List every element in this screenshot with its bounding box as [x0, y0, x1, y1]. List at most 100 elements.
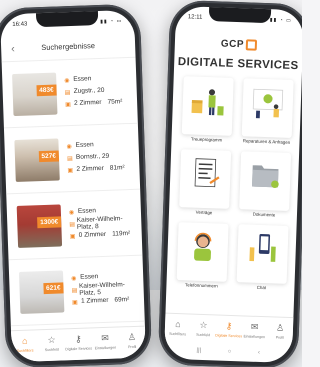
tab-label: Suchfilters [16, 348, 34, 354]
service-label: Treueprogramm [190, 136, 223, 143]
listing-street: Kaiser-Wilhelm-Platz, 5 [78, 281, 126, 297]
tab-einstellungen[interactable]: ✉ Einstellungen [242, 321, 267, 339]
recent-apps-icon[interactable]: ||| [196, 348, 201, 354]
home-icon: ⌂ [21, 335, 28, 346]
listing-info: ◉ Essen ▤ Zugstr., 20 ▣ 2 Zimmer 75m² [64, 73, 122, 111]
location-pin-icon: ◉ [64, 77, 70, 84]
tab-profil[interactable]: ♙ Profil [268, 322, 293, 340]
listing-item[interactable]: 527€ ◉ Essen ▤ Bornstr., 29 ▣ 2 Zimmer 81m² [3, 123, 141, 195]
results-header: ‹ Suchergebnisse [0, 31, 136, 63]
service-label: Verträge [195, 209, 213, 216]
listing-city: Essen [75, 141, 94, 150]
home-icon: ⌂ [174, 319, 181, 330]
listing-photo: 483€ [12, 72, 58, 116]
back-icon[interactable]: ‹ [11, 42, 15, 54]
tab-suchfeld[interactable]: ☆ Suchfeld [39, 334, 64, 352]
listing-area: 81m² [109, 164, 125, 172]
service-label: Dokumente [252, 211, 276, 218]
logo-mark-icon [245, 38, 258, 51]
contract-icon [194, 158, 220, 188]
back-nav-icon[interactable]: ‹ [258, 350, 260, 356]
phone-left: 16:43 ▮▮ ◔ ▭ ‹ Suchergebnisse 483€ ◉ Esse… [0, 3, 153, 367]
person-icon: ♙ [275, 322, 285, 333]
gcp-logo: GCP [175, 34, 302, 54]
tab-suchfilters[interactable]: ⌂ Suchfilters [13, 335, 38, 353]
listing-area: 75m² [107, 98, 123, 106]
rooms-icon: ▣ [67, 167, 74, 174]
status-time: 12:11 [187, 14, 203, 21]
service-label: Reparaturen & Anfragen [242, 138, 291, 145]
listing-photo: 1300€ [16, 203, 63, 248]
service-card [181, 76, 234, 136]
service-chat[interactable]: Chat [236, 224, 289, 293]
bottom-tab-bar: ⌂ Suchfilters ☆ Suchfeld ⚷ Digitale Service… [164, 312, 294, 350]
street-icon: ▤ [66, 155, 73, 162]
service-card [239, 151, 292, 211]
tab-digitale-services[interactable]: ⚷ Digitale Services [65, 333, 93, 352]
page-title: Suchergebnisse [41, 41, 96, 53]
tab-digitale-services[interactable]: ⚷ Digitale Services [215, 320, 243, 339]
tab-suchfeld[interactable]: ☆ Suchfeld [191, 320, 216, 338]
phone-notch [35, 11, 99, 28]
listing-item[interactable]: 483€ ◉ Essen ▤ Zugstr., 20 ▣ 2 Zimmer 75m² [1, 57, 138, 129]
phone-notch [208, 7, 272, 24]
chat-icon [249, 234, 276, 262]
service-card [241, 78, 294, 138]
tab-label: Suchfilters [169, 331, 186, 337]
logo-text: GCP [220, 37, 245, 50]
key-icon: ⚷ [74, 333, 82, 345]
price-badge: 1300€ [36, 215, 62, 228]
star-icon: ☆ [199, 319, 208, 331]
listing-item[interactable]: 1300€ ◉ Essen ▤ Kaiser-Wilhelm-Platz, 8 ▣ 0… [6, 189, 143, 261]
listing-street: Kaiser-Wilhelm-Platz, 8 [76, 215, 123, 231]
tab-label: Digitale Services [215, 333, 243, 339]
status-time: 16:43 [12, 21, 28, 29]
person-icon: ♙ [127, 331, 137, 343]
key-icon: ⚷ [225, 320, 233, 332]
tab-label: Suchfeld [44, 347, 59, 353]
service-vertraege[interactable]: Verträge [179, 149, 232, 218]
rooms-icon: ▣ [65, 101, 71, 108]
star-icon: ☆ [47, 334, 56, 345]
gift-icon [191, 89, 224, 116]
listing-city: Essen [80, 273, 99, 282]
listing-rooms: 1 Zimmer [80, 297, 109, 306]
price-badge: 483€ [35, 84, 57, 96]
service-dokumente[interactable]: Dokumente [239, 151, 292, 220]
repair-icon [252, 88, 284, 119]
phone-right: 12:11 ▮▮ ◔ ▭ GCP DIGITALE SERVICES Treue… [157, 0, 302, 367]
price-badge: 527€ [38, 149, 60, 162]
tab-suchfilters[interactable]: ⌂ Suchfilters [165, 319, 190, 337]
listing-photo: 527€ [14, 137, 60, 182]
street-icon: ▤ [64, 89, 71, 96]
tab-einstellungen[interactable]: ✉ Einstellungen [93, 333, 118, 351]
listing-city: Essen [73, 75, 92, 84]
phone-right-screen: 12:11 ▮▮ ◔ ▭ GCP DIGITALE SERVICES Treue… [163, 5, 302, 364]
signal-icon: ▮▮ ◔ ▭ [269, 17, 292, 24]
tab-label: Digitale Services [65, 346, 93, 352]
service-telefonnummern[interactable]: Telefonnummern [176, 222, 229, 291]
listing-area: 119m² [112, 230, 131, 238]
listing-item[interactable]: 621€ ◉ Essen ▤ Kaiser-Wilhelm-Platz, 5 ▣ 1 … [8, 255, 145, 327]
home-circle-icon[interactable]: ○ [228, 349, 232, 355]
location-pin-icon: ◉ [68, 209, 75, 216]
headset-icon [194, 232, 212, 262]
phone-left-screen: 16:43 ▮▮ ◔ ▭ ‹ Suchergebnisse 483€ ◉ Esse… [0, 9, 147, 363]
listing-info: ◉ Essen ▤ Kaiser-Wilhelm-Platz, 5 ▣ 1 Zimme… [71, 270, 136, 308]
price-badge: 621€ [42, 281, 64, 294]
listing-city: Essen [77, 207, 97, 216]
mail-icon: ✉ [101, 332, 110, 344]
stage: 16:43 ▮▮ ◔ ▭ ‹ Suchergebnisse 483€ ◉ Esse… [0, 0, 302, 367]
listing-photo: 621€ [18, 269, 65, 314]
service-treueprogramm[interactable]: Treueprogramm [181, 76, 234, 145]
tab-label: Suchfeld [196, 332, 211, 338]
service-reparaturen[interactable]: Reparaturen & Anfragen [241, 78, 294, 147]
service-card [179, 149, 232, 209]
location-pin-icon: ◉ [66, 143, 72, 150]
rooms-icon: ▣ [69, 233, 76, 240]
tab-profil[interactable]: ♙ Profil [120, 332, 145, 350]
listing-area: 69m² [114, 296, 130, 304]
service-card [176, 222, 229, 282]
tab-label: Einstellungen [94, 345, 117, 351]
listing-info: ◉ Essen ▤ Bornstr., 29 ▣ 2 Zimmer 81m² [66, 139, 125, 177]
